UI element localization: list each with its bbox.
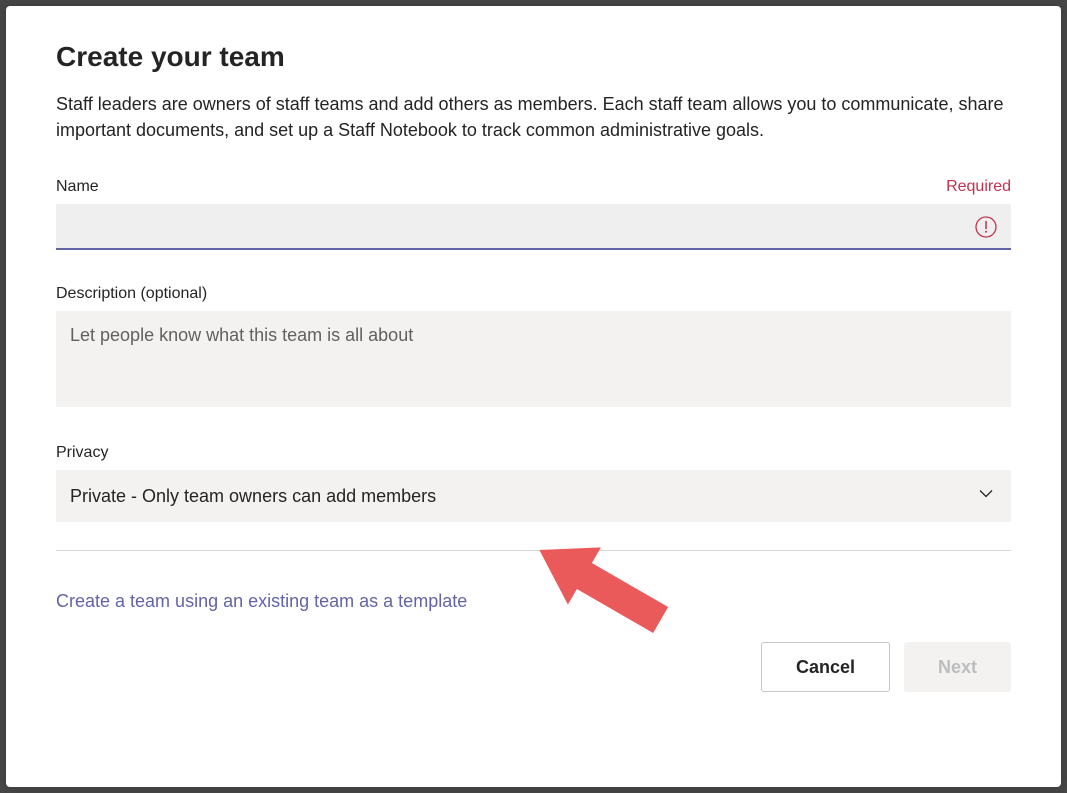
next-button[interactable]: Next: [904, 642, 1011, 692]
error-icon: [975, 216, 997, 238]
description-field-row: Description (optional): [56, 285, 1011, 303]
required-tag: Required: [946, 178, 1011, 196]
name-label: Name: [56, 178, 99, 196]
create-team-dialog: Create your team Staff leaders are owner…: [6, 6, 1061, 787]
chevron-down-icon: [977, 485, 995, 508]
divider: [56, 550, 1011, 551]
name-input-wrapper: [56, 204, 1011, 250]
description-input[interactable]: [56, 311, 1011, 407]
description-label: Description (optional): [56, 285, 207, 303]
create-from-template-link[interactable]: Create a team using an existing team as …: [56, 591, 467, 612]
name-input[interactable]: [56, 204, 1011, 250]
privacy-field-row: Privacy: [56, 444, 1011, 462]
dialog-description: Staff leaders are owners of staff teams …: [56, 91, 1011, 143]
privacy-select[interactable]: Private - Only team owners can add membe…: [56, 470, 1011, 522]
cancel-button[interactable]: Cancel: [761, 642, 890, 692]
privacy-label: Privacy: [56, 444, 108, 462]
dialog-button-row: Cancel Next: [56, 642, 1011, 692]
dialog-title: Create your team: [56, 41, 1011, 73]
name-field-row: Name Required: [56, 178, 1011, 196]
privacy-selected-value: Private - Only team owners can add membe…: [70, 486, 436, 507]
